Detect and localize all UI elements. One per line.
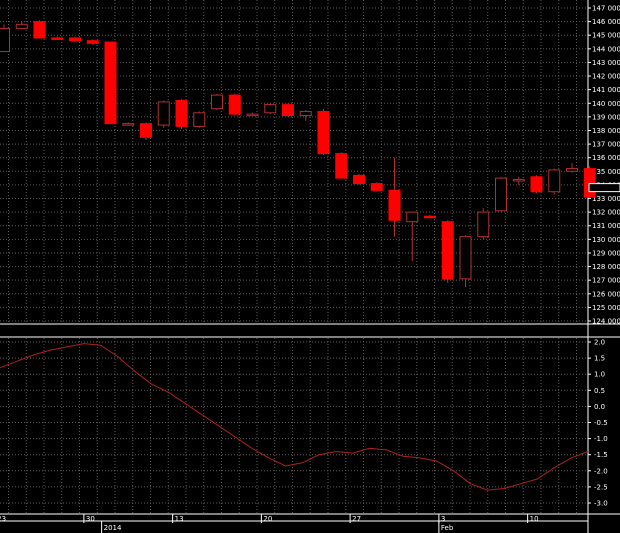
y-tick-label: 124 000 xyxy=(592,318,620,326)
candle-up[interactable] xyxy=(512,178,525,182)
x-tick-label: 30 xyxy=(86,515,95,523)
candle-down[interactable] xyxy=(370,183,383,191)
candle-down[interactable] xyxy=(530,176,543,193)
candle-down[interactable] xyxy=(51,37,64,40)
y-tick-label: 144 000 xyxy=(592,45,620,53)
y-tick-label: 137 000 xyxy=(592,141,620,149)
candle-up[interactable] xyxy=(211,94,223,110)
y-tick-label: 130 000 xyxy=(592,236,620,244)
y-tick-label: 126 000 xyxy=(592,290,620,298)
y-tick-label: 1.5 xyxy=(594,355,605,363)
candle-up[interactable] xyxy=(299,110,312,117)
y-tick-label: 128 000 xyxy=(592,263,620,271)
trading-chart[interactable]: 124 000 125 000 126 000 127 000 128 000 129 0… xyxy=(0,0,620,533)
y-tick-label: 146 000 xyxy=(592,18,620,26)
candle-up[interactable] xyxy=(459,236,472,280)
y-tick-label: -1.0 xyxy=(594,435,608,443)
y-tick-label: 1.0 xyxy=(594,371,605,379)
last-price-marker xyxy=(588,183,620,193)
y-tick-label: 125 000 xyxy=(592,304,620,312)
candle-down[interactable] xyxy=(282,104,294,117)
y-tick-label: 138 000 xyxy=(592,127,620,135)
candle-down[interactable] xyxy=(228,94,241,115)
candle-down[interactable] xyxy=(388,189,401,221)
y-tick-label: -3.0 xyxy=(594,500,608,508)
y-tick-label: 136 000 xyxy=(592,154,620,162)
x-tick-label: 20 xyxy=(263,515,272,523)
y-tick-label: 135 000 xyxy=(592,168,620,176)
candle-up[interactable] xyxy=(15,23,28,29)
candle-down[interactable] xyxy=(441,221,454,280)
y-tick-label: 143 000 xyxy=(592,59,620,67)
y-tick-label: 140 000 xyxy=(592,100,620,108)
candle-down[interactable] xyxy=(33,21,46,39)
x-tick-label: 3 xyxy=(441,515,445,523)
x-tick-label: 13 xyxy=(175,515,184,523)
candle-up[interactable] xyxy=(495,177,507,212)
candle-up[interactable] xyxy=(157,101,170,126)
y-tick-label: 129 000 xyxy=(592,249,620,257)
candle-down[interactable] xyxy=(69,37,81,42)
y-tick-label: 2.0 xyxy=(594,339,605,347)
candle-up[interactable] xyxy=(264,104,277,114)
y-tick-label: 131 000 xyxy=(592,222,620,230)
y-tick-label: 142 000 xyxy=(592,73,620,81)
candle-down[interactable] xyxy=(140,123,152,138)
y-tick-label: 145 000 xyxy=(592,32,620,40)
candle-up[interactable] xyxy=(477,211,490,238)
candle-up[interactable] xyxy=(0,27,10,53)
x-major-label: 2014 xyxy=(104,524,122,532)
candle-up[interactable] xyxy=(406,211,419,223)
candle-down[interactable] xyxy=(86,40,99,44)
y-tick-label: 127 000 xyxy=(592,277,620,285)
x-major-label: Feb xyxy=(441,524,454,532)
y-tick-label: -2.5 xyxy=(594,483,608,491)
candle-down[interactable] xyxy=(104,41,117,125)
y-tick-label: 139 000 xyxy=(592,113,620,121)
y-tick-label: 147 000 xyxy=(592,5,620,13)
candle-up[interactable] xyxy=(193,112,206,127)
y-tick-label: 0.5 xyxy=(594,387,605,395)
candle-down[interactable] xyxy=(175,100,188,127)
x-tick-label: 27 xyxy=(352,515,361,523)
y-tick-label: -0.5 xyxy=(594,419,608,427)
y-tick-label: 133 000 xyxy=(592,195,620,203)
candle-up[interactable] xyxy=(122,123,135,126)
y-tick-label: 0.0 xyxy=(594,403,605,411)
x-tick-label: 23 xyxy=(0,515,6,523)
candle-down[interactable] xyxy=(335,153,348,179)
candle-up[interactable] xyxy=(548,169,561,193)
x-tick-label: 10 xyxy=(530,515,539,523)
y-tick-label: 132 000 xyxy=(592,209,620,217)
candle-down[interactable] xyxy=(424,215,436,219)
candle-up[interactable] xyxy=(566,168,578,172)
candle-down[interactable] xyxy=(583,168,596,198)
y-tick-label: -1.5 xyxy=(594,451,608,459)
candle-down[interactable] xyxy=(317,110,330,155)
candle-up[interactable] xyxy=(246,113,259,117)
y-tick-label: -2.0 xyxy=(594,467,608,475)
y-tick-label: 141 000 xyxy=(592,86,620,94)
candle-down[interactable] xyxy=(353,174,365,185)
